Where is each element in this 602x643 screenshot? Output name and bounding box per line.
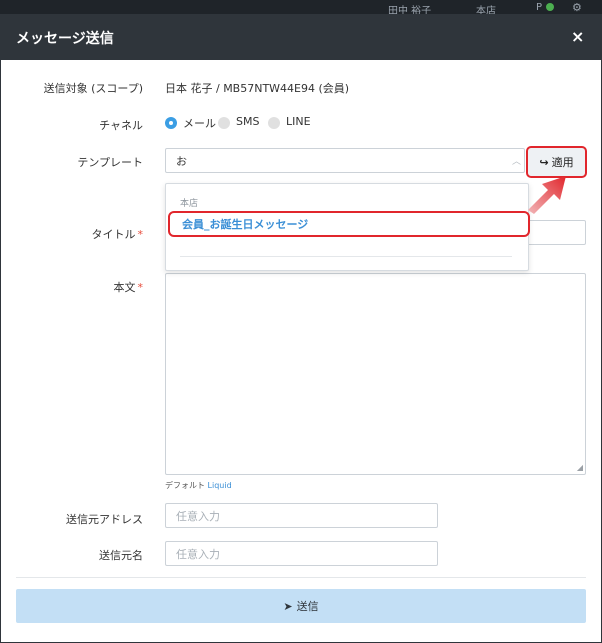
- liquid-hint: デフォルト Liquid: [165, 481, 232, 490]
- channel-line-label: LINE: [286, 115, 311, 128]
- share-icon: ↪: [539, 155, 549, 169]
- template-select-value: お: [176, 154, 187, 168]
- channel-radio-sms[interactable]: [218, 117, 230, 129]
- title-field-label: タイトル *: [91, 228, 144, 241]
- footer-divider: [16, 577, 586, 578]
- apply-button-label: 適用: [551, 156, 574, 169]
- target-label: 送信対象 (スコープ): [43, 82, 143, 95]
- from-address-input[interactable]: 任意入力: [165, 503, 438, 528]
- from-address-label: 送信元アドレス: [66, 513, 143, 526]
- p-label: P: [536, 2, 543, 13]
- template-dropdown: 本店 会員_お誕生日メッセージ: [165, 183, 530, 271]
- body-field-label: 本文 *: [113, 281, 144, 294]
- chevron-up-icon: ︿: [512, 157, 522, 167]
- channel-email-label: メール: [183, 117, 216, 130]
- send-button[interactable]: ➤ 送信: [16, 589, 586, 623]
- dropdown-group-label: 本店: [180, 199, 199, 209]
- send-button-label: 送信: [296, 600, 319, 613]
- template-select[interactable]: お: [165, 148, 525, 173]
- channel-radio-line[interactable]: [268, 117, 280, 129]
- paper-plane-icon: ➤: [283, 599, 293, 613]
- top-nav-bar: 田中 裕子 本店 P ⚙: [0, 0, 602, 17]
- modal-title: メッセージ送信: [16, 31, 114, 47]
- from-name-input[interactable]: 任意入力: [165, 541, 438, 566]
- gear-icon[interactable]: ⚙: [572, 1, 582, 14]
- channel-sms-label: SMS: [236, 115, 260, 128]
- dropdown-divider: [180, 256, 512, 257]
- status-dot: [546, 3, 554, 11]
- liquid-link[interactable]: Liquid: [208, 481, 232, 490]
- message-send-modal: メッセージ送信 × 送信対象 (スコープ) 日本 花子 / MB57NTW44E…: [1, 14, 601, 642]
- channel-radio-email[interactable]: [165, 117, 177, 129]
- required-mark: *: [137, 228, 144, 241]
- from-name-label: 送信元名: [99, 549, 143, 562]
- target-value: 日本 花子 / MB57NTW44E94 (会員): [165, 82, 350, 95]
- body-textarea[interactable]: ◢: [165, 273, 586, 475]
- required-mark: *: [137, 281, 144, 294]
- close-icon[interactable]: ×: [571, 27, 584, 46]
- resize-grip-icon[interactable]: ◢: [577, 463, 583, 472]
- modal-header: メッセージ送信 ×: [1, 14, 601, 60]
- dropdown-option-birthday[interactable]: 会員_お誕生日メッセージ: [168, 211, 530, 237]
- apply-template-button[interactable]: ↪ 適用: [526, 146, 587, 178]
- template-label: テンプレート: [77, 156, 143, 169]
- channel-label: チャネル: [99, 119, 143, 132]
